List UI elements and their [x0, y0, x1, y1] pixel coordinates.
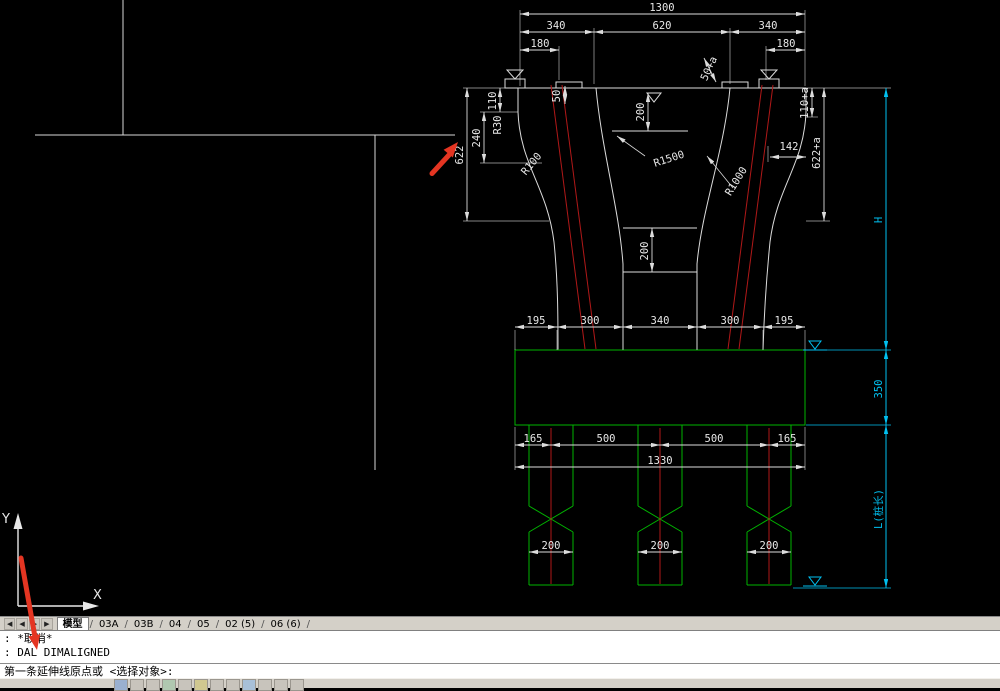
tool-button-8[interactable]	[226, 679, 240, 691]
tab-nav-arrow-3[interactable]: ▶	[28, 618, 41, 630]
tab-nav-arrow-4[interactable]: ▶	[41, 618, 53, 630]
tool-button-1[interactable]	[114, 679, 128, 691]
dim-label: 195	[527, 315, 546, 327]
dim-label: 142	[780, 141, 799, 153]
layout-tab-03A[interactable]: 03A	[94, 618, 124, 631]
dim-label: 165	[524, 433, 543, 445]
dim-label: 200	[635, 103, 647, 122]
dim-label: 1330	[647, 455, 672, 467]
bottom-toolbar-strip	[0, 678, 1000, 691]
tool-button-4[interactable]	[162, 679, 176, 691]
crosshair-cursor	[35, 0, 455, 470]
tool-button-11[interactable]	[274, 679, 288, 691]
tool-button-9[interactable]	[242, 679, 256, 691]
bearing-symbol-right	[759, 69, 779, 80]
dim-label: 622+a	[811, 137, 823, 169]
dim-label: 300	[581, 315, 600, 327]
dimension-lines	[464, 11, 827, 555]
extension-lines	[463, 10, 891, 589]
dim-label: 200	[639, 242, 651, 261]
tool-button-3[interactable]	[146, 679, 160, 691]
tab-separator: /	[306, 618, 310, 630]
dim-label: 200	[542, 540, 561, 552]
dim-label: 340	[547, 20, 566, 32]
tool-button-2[interactable]	[130, 679, 144, 691]
tool-button-10[interactable]	[258, 679, 272, 691]
dim-label: 340	[759, 20, 778, 32]
command-window: : *取消* : DAL DIMALIGNED 第一条延伸线原点或 <选择对象>…	[0, 630, 1000, 679]
pier-outline	[504, 69, 807, 351]
layout-tab-06 (6)[interactable]: 06 (6)	[266, 618, 306, 631]
tab-nav-buttons: ◀ ◀ ▶ ▶	[0, 618, 57, 630]
ucs-icon: Y X	[1, 512, 102, 611]
layout-tab-02 (5)[interactable]: 02 (5)	[220, 618, 260, 631]
layout-tab-03B[interactable]: 03B	[129, 618, 159, 631]
ucs-x-label: X	[93, 588, 102, 603]
tool-button-5[interactable]	[178, 679, 192, 691]
command-history-line: : DAL DIMALIGNED	[4, 646, 110, 659]
dim-label: 165	[778, 433, 797, 445]
dim-label: 50+a	[698, 55, 720, 83]
layout-tabs: 模型/03A/03B/04/05/02 (5)/06 (6) /	[56, 617, 311, 631]
dim-label: R100	[519, 151, 544, 178]
dimension-labels: 1300 340 620 340 180 180 110 240 622 R30 R100 50 200…	[454, 2, 885, 552]
dim-label: 350	[873, 380, 885, 399]
dim-label: 200	[651, 540, 670, 552]
dim-label: 340	[651, 315, 670, 327]
tab-nav-arrow-1[interactable]: ◀	[4, 618, 16, 630]
dim-label: 50	[551, 90, 563, 103]
dim-label: R1500	[652, 149, 686, 170]
dim-label: 500	[705, 433, 724, 445]
layout-tab-模型[interactable]: 模型	[56, 617, 89, 631]
command-history-line: : *取消*	[4, 632, 53, 645]
dim-label: 180	[531, 38, 550, 50]
dim-label: 300	[721, 315, 740, 327]
dim-label: R30	[492, 116, 504, 135]
dim-label: 240	[471, 129, 483, 148]
tool-button-12[interactable]	[290, 679, 304, 691]
dim-label: 180	[777, 38, 796, 50]
model-space-canvas[interactable]: 1300 340 620 340 180 180 110 240 622 R30 R100 50 200…	[0, 0, 1000, 616]
dim-label: 1300	[649, 2, 674, 14]
command-history: : *取消* : DAL DIMALIGNED	[0, 631, 1000, 664]
dim-label: 200	[760, 540, 779, 552]
dim-label: 110+a	[799, 87, 811, 119]
bearing-symbol-left	[505, 69, 525, 80]
dim-label: 110	[487, 92, 499, 111]
layout-tab-bar: ◀ ◀ ▶ ▶ 模型/03A/03B/04/05/02 (5)/06 (6) /	[0, 616, 1000, 631]
dim-label: 195	[775, 315, 794, 327]
ucs-y-arrowhead	[13, 513, 23, 529]
layout-tab-05[interactable]: 05	[192, 618, 215, 631]
ucs-y-label: Y	[1, 512, 10, 527]
dim-label: 500	[597, 433, 616, 445]
dim-label: H	[873, 217, 885, 223]
pile-cap	[514, 349, 806, 426]
dim-label: 620	[653, 20, 672, 32]
tool-button-7[interactable]	[210, 679, 224, 691]
dim-label: R1000	[723, 165, 750, 198]
datum-symbol-pile-bottom	[803, 576, 827, 587]
layout-tab-04[interactable]: 04	[164, 618, 187, 631]
dim-label: 622	[454, 146, 466, 165]
dim-label: L(桩长)	[872, 489, 885, 529]
tab-nav-arrow-2[interactable]: ◀	[16, 618, 28, 630]
datum-symbol-cap-top	[803, 340, 827, 351]
tool-button-6[interactable]	[194, 679, 208, 691]
bearing-symbol-center	[645, 92, 663, 103]
